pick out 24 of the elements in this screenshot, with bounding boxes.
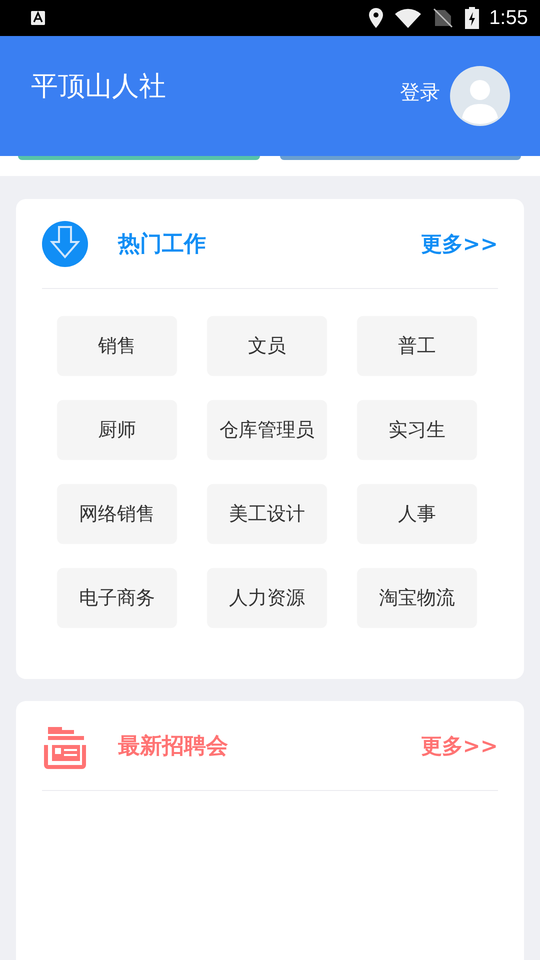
job-tag[interactable]: 销售	[57, 316, 177, 376]
job-tag[interactable]: 人事	[357, 484, 477, 544]
job-tag[interactable]: 厨师	[57, 400, 177, 460]
battery-icon	[465, 7, 480, 29]
login-link[interactable]: 登录	[400, 79, 440, 106]
avatar-icon[interactable]	[450, 66, 510, 126]
job-tag[interactable]: 淘宝物流	[357, 568, 477, 628]
job-tag[interactable]: 美工设计	[207, 484, 327, 544]
job-tag[interactable]: 仓库管理员	[207, 400, 327, 460]
clock-time: 1:55	[489, 6, 528, 30]
job-tag[interactable]: 电子商务	[57, 568, 177, 628]
section-title: 最新招聘会	[118, 732, 229, 760]
job-tag[interactable]: 文员	[207, 316, 327, 376]
job-tag[interactable]: 人力资源	[207, 568, 327, 628]
job-tag[interactable]: 普工	[357, 316, 477, 376]
location-icon	[369, 8, 384, 28]
job-tag[interactable]: 网络销售	[57, 484, 177, 544]
wifi-icon	[395, 8, 422, 28]
section-title: 热门工作	[118, 230, 207, 258]
no-signal-icon	[433, 8, 454, 28]
app-title: 平顶山人社	[31, 70, 167, 104]
notification-icon	[30, 10, 46, 26]
download-icon	[42, 220, 88, 266]
job-tag[interactable]: 实习生	[357, 400, 477, 460]
